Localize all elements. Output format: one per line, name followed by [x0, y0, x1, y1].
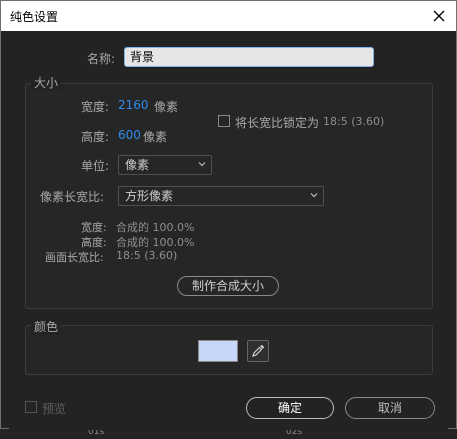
make-comp-size-button[interactable]: 制作合成大小 — [177, 276, 279, 296]
preview-label: 预览 — [42, 402, 67, 416]
info-frame-value: 18:5 (3.60) — [116, 249, 178, 262]
pixel-aspect-label: 像素长宽比: — [40, 190, 105, 204]
close-icon — [433, 10, 445, 22]
info-width-value: 合成的 100.0% — [116, 221, 195, 234]
cancel-button[interactable]: 取消 — [345, 397, 435, 419]
preview-checkbox[interactable] — [25, 401, 37, 413]
solid-settings-dialog: 纯色设置 名称: 背景 大小 宽度: 2160 像素 将长宽比锁定为 18:5 … — [0, 0, 457, 430]
width-unit: 像素 — [154, 100, 179, 114]
unit-label: 单位: — [81, 159, 110, 173]
width-label: 宽度: — [81, 100, 110, 114]
lock-aspect-label: 将长宽比锁定为 — [235, 116, 320, 130]
eyedropper-icon — [252, 345, 264, 357]
info-width-label: 宽度: — [81, 221, 107, 234]
eyedropper-button[interactable] — [247, 340, 269, 362]
lock-aspect-ratio: 18:5 (3.60) — [323, 115, 385, 128]
chevron-down-icon — [198, 162, 206, 167]
color-swatch[interactable] — [198, 340, 238, 362]
close-button[interactable] — [428, 5, 450, 27]
size-group-title: 大小 — [31, 74, 62, 91]
unit-dropdown[interactable]: 像素 — [118, 155, 212, 175]
width-value[interactable]: 2160 — [118, 98, 149, 112]
pixel-aspect-dropdown-value: 方形像素 — [125, 189, 174, 203]
unit-dropdown-value: 像素 — [125, 158, 150, 172]
name-label: 名称: — [87, 52, 116, 66]
height-value[interactable]: 600 — [118, 128, 141, 142]
height-label: 高度: — [81, 130, 110, 144]
dialog-title: 纯色设置 — [10, 10, 59, 24]
height-unit: 像素 — [143, 130, 168, 144]
info-height-value: 合成的 100.0% — [116, 236, 195, 249]
info-height-label: 高度: — [81, 236, 107, 249]
dialog-content: 名称: 背景 大小 宽度: 2160 像素 将长宽比锁定为 18:5 (3.60… — [9, 31, 448, 430]
ok-button[interactable]: 确定 — [246, 397, 334, 419]
color-group-title: 颜色 — [31, 318, 62, 335]
dialog-titlebar[interactable]: 纯色设置 — [1, 1, 456, 31]
chevron-down-icon — [310, 193, 318, 198]
info-frame-label: 画面长宽比: — [45, 251, 104, 264]
pixel-aspect-dropdown[interactable]: 方形像素 — [118, 186, 324, 206]
name-input[interactable]: 背景 — [124, 47, 374, 67]
lock-aspect-checkbox[interactable] — [218, 115, 230, 127]
